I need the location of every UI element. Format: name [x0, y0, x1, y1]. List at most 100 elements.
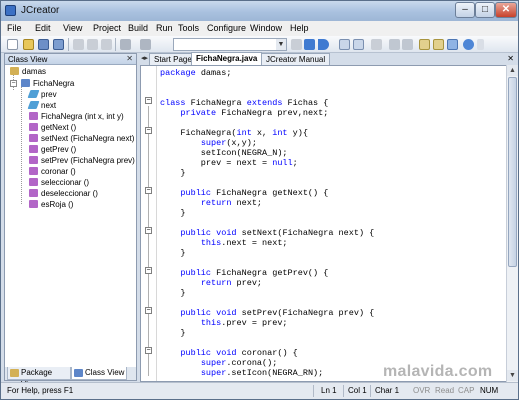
find-combo[interactable]: ▼ [173, 38, 287, 51]
code-keyword: int [236, 128, 252, 138]
tab-package-view[interactable]: Package View [7, 367, 71, 389]
method-icon [29, 145, 38, 153]
fold-toggle-icon[interactable]: − [145, 187, 152, 194]
close-window-button[interactable]: ✕ [495, 2, 517, 18]
fold-toggle-icon[interactable]: − [145, 267, 152, 274]
tree-node-member[interactable]: seleccionar () [29, 177, 89, 188]
tab-jcreator-manual[interactable]: JCreator Manual [261, 53, 331, 65]
debug-icon[interactable] [353, 39, 364, 50]
code-token: prev; [231, 278, 263, 288]
scroll-thumb[interactable] [508, 77, 517, 267]
tree-node-member[interactable]: FichaNegra (int x, int y) [29, 111, 124, 122]
code-line[interactable]: } [160, 248, 185, 258]
code-line[interactable]: package damas; [160, 68, 231, 78]
code-line[interactable]: } [160, 208, 185, 218]
tools-icon[interactable] [371, 39, 382, 50]
code-line[interactable]: FichaNegra(int x, int y){ [160, 128, 308, 138]
code-line[interactable]: this.next = next; [160, 238, 288, 248]
code-editor[interactable]: − − − − − − − package damas; class FichaN… [140, 65, 518, 382]
fold-toggle-icon[interactable]: − [145, 307, 152, 314]
code-line[interactable]: class FichaNegra extends Fichas { [160, 98, 328, 108]
code-line[interactable]: public FichaNegra getPrev() { [160, 268, 328, 278]
maximize-button[interactable]: □ [475, 2, 495, 18]
code-line[interactable]: this.prev = prev; [160, 318, 288, 328]
tree-node-member[interactable]: esRoja () [29, 199, 73, 210]
code-line[interactable]: private FichaNegra prev,next; [160, 108, 328, 118]
code-line[interactable]: prev = next = null; [160, 158, 298, 168]
fold-toggle-icon[interactable]: − [145, 97, 152, 104]
tree-node-member[interactable]: prev [27, 89, 57, 100]
scroll-up-icon[interactable]: ▲ [507, 65, 518, 76]
window-layout-icon[interactable] [419, 39, 430, 50]
tree-node-member[interactable]: deseleccionar () [29, 188, 98, 199]
tree-node-member[interactable]: setPrev (FichaNegra prev) [29, 155, 135, 166]
code-line[interactable]: return prev; [160, 278, 262, 288]
menu-edit[interactable]: Edit [35, 23, 51, 33]
fold-toggle-icon[interactable]: − [145, 227, 152, 234]
chevron-down-icon[interactable]: ▼ [276, 39, 286, 50]
close-tab-icon[interactable]: ✕ [507, 54, 514, 63]
toolbar-overflow-icon[interactable] [477, 39, 484, 50]
tab-scroll-arrows-icon[interactable]: ◂▸ [141, 54, 148, 62]
tab-start-page[interactable]: Start Page [149, 53, 197, 65]
run-icon[interactable] [318, 39, 329, 50]
panel-toggle-icon[interactable] [433, 39, 444, 50]
vertical-scrollbar[interactable]: ▲ ▼ [506, 65, 518, 382]
scroll-down-icon[interactable]: ▼ [507, 370, 518, 381]
copy-icon[interactable] [87, 39, 98, 50]
menu-help[interactable]: Help [290, 23, 309, 33]
menu-tools[interactable]: Tools [178, 23, 199, 33]
build-icon[interactable] [339, 39, 350, 50]
new-file-icon[interactable] [7, 39, 18, 50]
close-icon[interactable]: ✕ [126, 54, 133, 63]
help-icon[interactable] [463, 39, 474, 50]
back-icon[interactable] [389, 39, 400, 50]
tab-fichanegra-java[interactable]: FichaNegra.java [191, 52, 263, 65]
menu-view[interactable]: View [63, 23, 82, 33]
menu-project[interactable]: Project [93, 23, 121, 33]
code-line[interactable]: return next; [160, 198, 262, 208]
code-line[interactable]: public void setPrev(FichaNegra prev) { [160, 308, 374, 318]
output-icon[interactable] [447, 39, 458, 50]
redo-icon[interactable] [140, 39, 151, 50]
cut-icon[interactable] [73, 39, 84, 50]
forward-icon[interactable] [402, 39, 413, 50]
code-line[interactable]: super(x,y); [160, 138, 257, 148]
paste-icon[interactable] [101, 39, 112, 50]
code-line[interactable]: super.corona(); [160, 358, 278, 368]
compile-icon[interactable] [304, 39, 315, 50]
undo-icon[interactable] [120, 39, 131, 50]
menu-configure[interactable]: Configure [207, 23, 246, 33]
save-icon[interactable] [38, 39, 49, 50]
tree-node-package[interactable]: damas [10, 66, 46, 77]
code-line[interactable]: public void coronar() { [160, 348, 297, 358]
menu-window[interactable]: Window [250, 23, 282, 33]
collapse-icon[interactable]: − [10, 80, 17, 87]
menu-file[interactable]: File [7, 23, 22, 33]
minimize-button[interactable]: – [455, 2, 475, 18]
tree-node-member[interactable]: getNext () [29, 122, 76, 133]
code-line[interactable]: } [160, 168, 185, 178]
tree-node-member[interactable]: getPrev () [29, 144, 76, 155]
code-line[interactable]: } [160, 288, 185, 298]
open-folder-icon[interactable] [23, 39, 34, 50]
fold-toggle-icon[interactable]: − [145, 347, 152, 354]
code-token: .corona(); [226, 358, 278, 368]
tree-node-member[interactable]: next [27, 100, 56, 111]
find-icon[interactable] [291, 39, 302, 50]
tab-class-view[interactable]: Class View [71, 367, 127, 380]
save-all-icon[interactable] [53, 39, 64, 50]
code-line[interactable]: } [160, 328, 185, 338]
title-bar[interactable]: JCreator – □ ✕ [1, 1, 518, 21]
code-line[interactable]: public void setNext(FichaNegra next) { [160, 228, 374, 238]
code-line[interactable]: super.setIcon(NEGRA_RN); [160, 368, 323, 378]
menu-run[interactable]: Run [156, 23, 173, 33]
code-line[interactable]: public FichaNegra getNext() { [160, 188, 328, 198]
fold-toggle-icon[interactable]: − [145, 127, 152, 134]
menu-build[interactable]: Build [128, 23, 148, 33]
tree-node-member[interactable]: coronar () [29, 166, 76, 177]
tree-node-class[interactable]: FichaNegra [21, 78, 74, 89]
code-line[interactable]: setIcon(NEGRA_N); [160, 148, 288, 158]
tree-node-member[interactable]: setNext (FichaNegra next) [29, 133, 134, 144]
